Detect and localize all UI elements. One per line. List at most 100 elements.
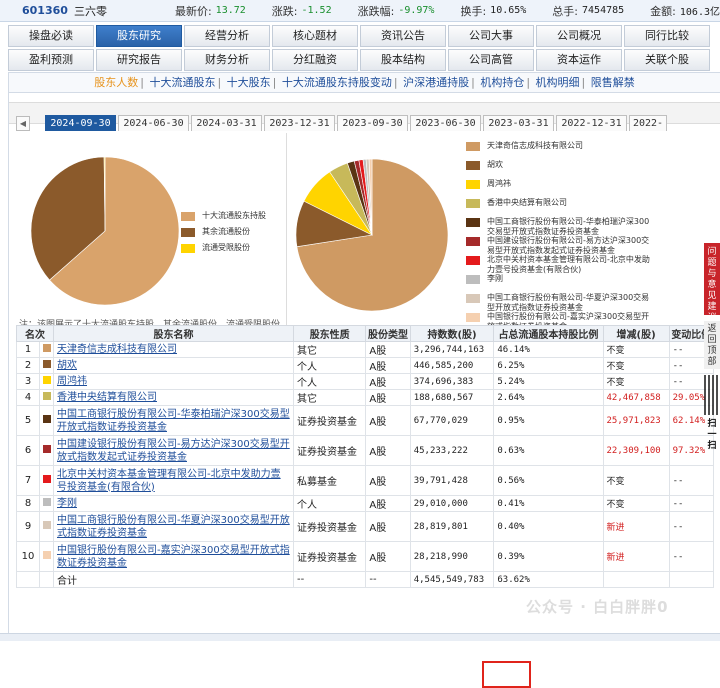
nav-button[interactable]: 公司概况 xyxy=(536,25,622,47)
sub-tabs: 股东人数 | 十大流通股东 | 十大股东 | 十大流通股东持股变动 | 沪深港通持股 | … xyxy=(9,73,720,93)
ratio-cell: -- xyxy=(668,511,715,542)
nav-button-active[interactable]: 股东研究 xyxy=(96,25,182,47)
legend-item: 中国建设银行股份有限公司-易方达沪深300交易型开放式指数发起式证券投资基金 xyxy=(466,236,654,256)
subtab-lockup[interactable]: 限售解禁 xyxy=(591,76,635,89)
feedback-button[interactable]: 问题与意见建议 xyxy=(704,243,720,323)
date-tab[interactable]: 2022-09- xyxy=(629,115,667,131)
rank-cell xyxy=(16,571,40,588)
legend-label: 中国建设银行股份有限公司-易方达沪深300交易型开放式指数发起式证券投资基金 xyxy=(487,236,650,255)
prev-arrow-icon[interactable]: ◀ xyxy=(16,116,30,131)
legend-label: 周鸿祎 xyxy=(487,179,511,188)
color-swatch-cell xyxy=(39,495,54,512)
shares-cell: 29,010,000 xyxy=(409,495,495,512)
top10-holder-pie xyxy=(295,158,449,312)
legend-swatch xyxy=(466,199,480,208)
nav-button[interactable]: 公司高管 xyxy=(448,49,534,71)
nav-button[interactable]: 公司大事 xyxy=(448,25,534,47)
pct-cell: 5.24% xyxy=(493,373,604,390)
rank-cell: 4 xyxy=(16,389,40,406)
shares-cell: 45,233,222 xyxy=(409,435,495,466)
back-to-top-button[interactable]: 返回顶部 xyxy=(704,321,720,369)
date-tab[interactable]: 2022-12-31 xyxy=(556,115,627,131)
change-label: 涨跌: xyxy=(271,4,298,18)
turnover-rate: 10.65% xyxy=(490,5,527,16)
nav-button[interactable]: 核心题材 xyxy=(272,25,358,47)
nav-button[interactable]: 财务分析 xyxy=(184,49,270,71)
date-tab[interactable]: 2023-03-31 xyxy=(483,115,554,131)
pct-cell: 0.40% xyxy=(493,511,604,542)
change-cell: 新进 xyxy=(602,511,670,542)
color-swatch xyxy=(42,551,51,559)
nav-button[interactable]: 盈利预测 xyxy=(8,49,94,71)
date-tab[interactable]: 2023-06-30 xyxy=(410,115,481,131)
share-type-cell: A股 xyxy=(365,373,411,390)
table-row: 5 中国工商银行股份有限公司-华泰柏瑞沪深300交易型开放式指数证券投资基金 证券投… xyxy=(16,405,715,436)
holder-name-link[interactable]: 中国工商银行股份有限公司-华泰柏瑞沪深300交易型开放式指数证券投资基金 xyxy=(53,405,294,436)
col-name: 股东名称 xyxy=(53,325,294,342)
color-swatch-cell xyxy=(39,373,54,390)
color-swatch-cell xyxy=(39,541,54,572)
holder-name-link[interactable]: 北京中关村资本基金管理有限公司-北京中发助力壹号投资基金(有限合伙) xyxy=(53,465,294,496)
holder-name-link[interactable]: 周鸿祎 xyxy=(53,373,294,390)
table-row: 3 周鸿祎 个人 A股 374,696,383 5.24% 不变 -- xyxy=(16,373,715,390)
holder-name-link[interactable]: 香港中央结算有限公司 xyxy=(53,389,294,406)
share-type-cell: A股 xyxy=(365,465,411,496)
nav-button[interactable]: 研究报告 xyxy=(96,49,182,71)
change-cell: 新进 xyxy=(602,541,670,572)
change-cell: 不变 xyxy=(602,357,670,374)
subtab-top10-float[interactable]: 十大流通股东 xyxy=(149,76,215,89)
legend-item: 香港中央结算有限公司 xyxy=(466,198,654,208)
holder-name-link[interactable]: 中国工商银行股份有限公司-华夏沪深300交易型开放式指数证券投资基金 xyxy=(53,511,294,542)
holder-nature-cell: 个人 xyxy=(292,373,367,390)
legend-item: 流通受限股份 xyxy=(181,243,250,253)
date-tab[interactable]: 2023-12-31 xyxy=(264,115,335,131)
holder-nature-cell: 证券投资基金 xyxy=(292,435,367,466)
subtab-holder-count[interactable]: 股东人数 xyxy=(94,76,138,89)
nav-button[interactable]: 股本结构 xyxy=(360,49,446,71)
nav-button[interactable]: 同行比较 xyxy=(624,25,710,47)
date-tab[interactable]: 2024-09-30 xyxy=(45,115,116,131)
subtab-institution-detail[interactable]: 机构明细 xyxy=(536,76,580,89)
rank-cell: 10 xyxy=(16,541,40,572)
holder-name-link[interactable]: 中国银行股份有限公司-嘉实沪深300交易型开放式指数证券投资基金 xyxy=(53,541,294,572)
latest-price: 13.72 xyxy=(215,5,246,16)
nav-button[interactable]: 资本运作 xyxy=(536,49,622,71)
pct-cell: 0.95% xyxy=(493,405,604,436)
color-swatch xyxy=(42,415,51,423)
table-row: 6 中国建设银行股份有限公司-易方达沪深300交易型开放式指数发起式证券投资基金证… xyxy=(16,435,715,466)
top10-holder-table: 名次 股东名称 股东性质 股份类型 持数数(股) 占总流通股本持股比例 增减(股… xyxy=(16,325,715,588)
date-tab[interactable]: 2024-03-31 xyxy=(191,115,262,131)
nav-button[interactable]: 经营分析 xyxy=(184,25,270,47)
ratio-cell: -- xyxy=(668,541,715,572)
legend-label: 中国工商银行股份有限公司-华夏沪深300交易型开放式指数证券投资基金 xyxy=(487,293,650,312)
table-row: 4 香港中央结算有限公司 其它 A股 188,680,567 2.64% 42,467,85… xyxy=(16,389,715,406)
holder-name-link[interactable]: 李刚 xyxy=(53,495,294,512)
legend-swatch xyxy=(466,275,480,284)
nav-button[interactable]: 关联个股 xyxy=(624,49,710,71)
subtab-institution[interactable]: 机构持仓 xyxy=(480,76,524,89)
shares-cell: 446,585,200 xyxy=(409,357,495,374)
color-swatch xyxy=(42,521,51,529)
subtab-connect[interactable]: 沪深港通持股 xyxy=(403,76,469,89)
holder-name-link[interactable]: 天津奇信志成科技有限公司 xyxy=(53,341,294,358)
nav-button[interactable]: 资讯公告 xyxy=(360,25,446,47)
table-row: 10 中国银行股份有限公司-嘉实沪深300交易型开放式指数证券投资基金 证券投资基金… xyxy=(16,541,715,572)
change-cell: 不变 xyxy=(602,341,670,358)
subtab-top10[interactable]: 十大股东 xyxy=(227,76,271,89)
share-structure-pie xyxy=(30,156,180,306)
date-tab[interactable]: 2023-09-30 xyxy=(337,115,408,131)
legend-item: 天津奇信志成科技有限公司 xyxy=(466,141,654,151)
nav-button[interactable]: 分红融资 xyxy=(272,49,358,71)
table-row: 2 胡欢 个人 A股 446,585,200 6.25% 不变 -- xyxy=(16,357,715,374)
date-tab[interactable]: 2024-06-30 xyxy=(118,115,189,131)
subtab-float-change[interactable]: 十大流通股东持股变动 xyxy=(282,76,392,89)
color-swatch xyxy=(42,360,51,368)
pct-cell: 0.63% xyxy=(493,435,604,466)
change-cell: 不变 xyxy=(602,495,670,512)
legend-swatch xyxy=(466,256,480,265)
holder-name-link[interactable]: 胡欢 xyxy=(53,357,294,374)
rank-cell: 3 xyxy=(16,373,40,390)
holder-name-link[interactable]: 中国建设银行股份有限公司-易方达沪深300交易型开放式指数发起式证券投资基金 xyxy=(53,435,294,466)
nav-button[interactable]: 操盘必读 xyxy=(8,25,94,47)
color-swatch-cell xyxy=(39,465,54,496)
